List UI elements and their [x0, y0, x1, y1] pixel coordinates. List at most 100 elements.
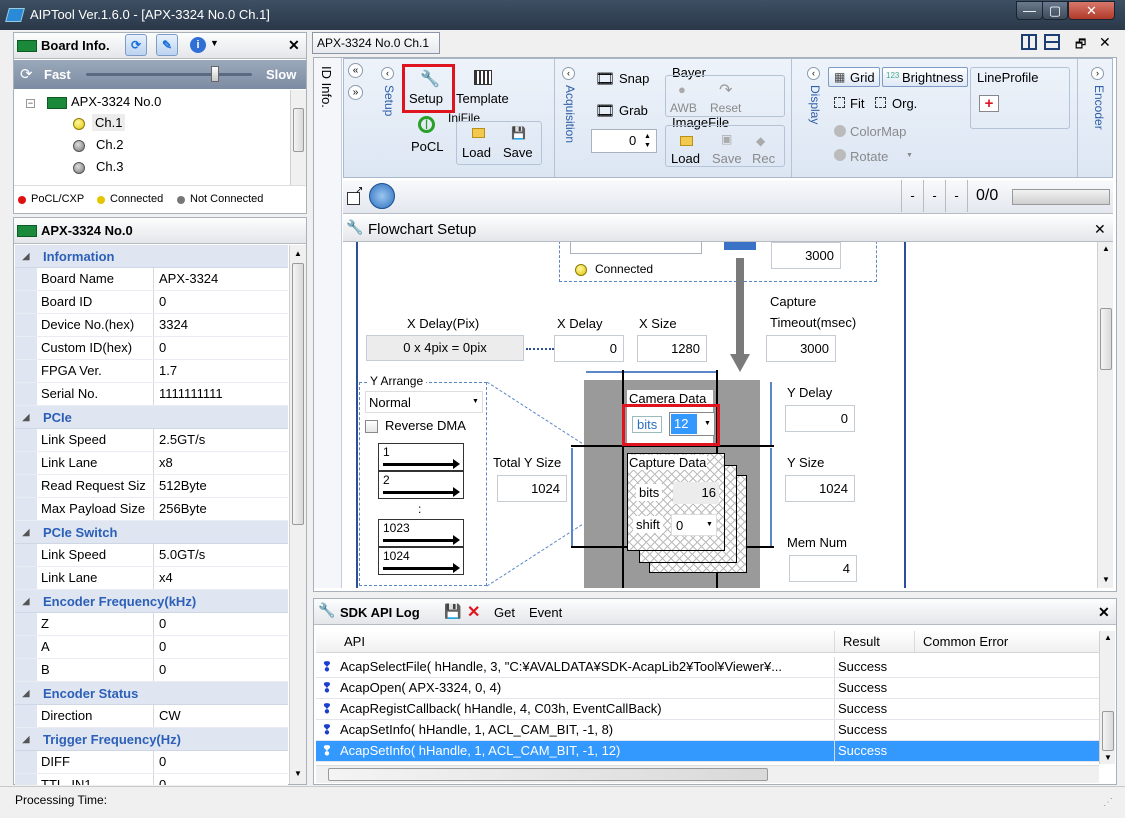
save-icon[interactable]: 💾	[444, 603, 461, 620]
table-row[interactable]: ❢ AcapRegistCallback( hHandle, 4, C03h, E…	[316, 699, 1099, 720]
speed-slider-track[interactable]	[86, 73, 252, 76]
scroll-up-icon[interactable]: ▲	[1104, 633, 1112, 642]
total-y-field[interactable]: 1024	[497, 475, 567, 502]
setup-button[interactable]: Setup	[409, 91, 443, 106]
property-row[interactable]: TTL_IN1 0	[15, 774, 288, 785]
table-row[interactable]: ❢ AcapOpen( APX-3324, 0, 4) Success	[316, 678, 1099, 699]
flowchart-scrollbar[interactable]: ▲ ▼	[1097, 242, 1113, 588]
chevron-down-icon[interactable]: ▼	[472, 398, 479, 405]
property-row[interactable]: Read Request Siz 512Byte	[15, 475, 288, 498]
property-row[interactable]: Link Lane x4	[15, 567, 288, 590]
property-scrollbar[interactable]: ▲ ▼	[289, 245, 306, 784]
colormap-button[interactable]: ColorMap	[850, 124, 906, 139]
scroll-up-icon[interactable]: ▲	[1102, 244, 1110, 253]
ini-load-button[interactable]: Load	[462, 145, 491, 160]
property-category[interactable]: ◢ Encoder Status	[15, 682, 288, 705]
scroll-thumb[interactable]	[1100, 308, 1112, 370]
power-icon[interactable]: |	[418, 116, 435, 133]
collapse-triangle-icon[interactable]: ◢	[15, 251, 37, 262]
scroll-thumb[interactable]	[1102, 711, 1114, 751]
refresh-icon[interactable]: ⟳	[125, 34, 147, 56]
speed-slider-thumb[interactable]	[211, 66, 220, 82]
tree-channel-2[interactable]: Ch.2	[96, 137, 123, 152]
tree-root-label[interactable]: APX-3324 No.0	[71, 94, 161, 109]
camera-select[interactable]	[570, 242, 702, 254]
document-tab[interactable]: APX-3324 No.0 Ch.1	[312, 32, 440, 54]
scroll-thumb[interactable]	[293, 108, 304, 152]
ini-save-button[interactable]: Save	[503, 145, 533, 160]
property-row[interactable]: Max Payload Size 256Byte	[15, 498, 288, 521]
property-row[interactable]: Device No.(hex) 3324	[15, 314, 288, 337]
property-row[interactable]: Z0	[15, 613, 288, 636]
pocl-button[interactable]: PoCL	[411, 139, 444, 154]
y-arrange-select[interactable]: Normal ▼	[365, 391, 483, 413]
grab-button[interactable]: Grab	[619, 103, 648, 118]
tree-scrollbar[interactable]	[290, 90, 306, 185]
scroll-down-icon[interactable]: ▼	[1102, 575, 1110, 584]
collapse-icon[interactable]: ›	[1091, 67, 1104, 80]
property-row[interactable]: Link Speed 2.5GT/s	[15, 429, 288, 452]
resize-grip-icon[interactable]: ⋰	[1103, 797, 1113, 808]
event-tab[interactable]: Event	[529, 605, 562, 620]
restore-icon[interactable]: 🗗	[1075, 35, 1086, 56]
table-row[interactable]: ❢ AcapSetInfo( hHandle, 1, ACL_CAM_BIT, -…	[316, 720, 1099, 741]
snap-button[interactable]: Snap	[619, 71, 649, 86]
tile-horizontal-icon[interactable]	[1044, 34, 1060, 50]
scroll-thumb[interactable]	[292, 263, 304, 525]
image-load-button[interactable]: Load	[671, 151, 700, 166]
org-button[interactable]: Org.	[892, 96, 917, 111]
template-button[interactable]: Template	[456, 91, 509, 106]
scroll-down-icon[interactable]: ▼	[294, 769, 302, 778]
fit-icon[interactable]	[834, 97, 845, 108]
property-category[interactable]: ◢ PCIe Switch	[15, 521, 288, 544]
chevron-down-icon[interactable]: ▼	[704, 420, 711, 427]
add-lineprofile-icon[interactable]: +	[979, 95, 999, 112]
property-row[interactable]: Board Name APX-3324	[15, 268, 288, 291]
awb-button[interactable]: AWB	[670, 101, 697, 115]
ydelay-field[interactable]: 0	[785, 405, 855, 432]
collapse-icon[interactable]: ‹	[381, 67, 394, 80]
collapse-left-icon[interactable]: «	[348, 63, 363, 78]
property-row[interactable]: Board ID 0	[15, 291, 288, 314]
xdelay-field[interactable]: 0	[554, 335, 624, 362]
save-icon[interactable]: 💾	[511, 126, 526, 140]
log-hscrollbar[interactable]	[316, 765, 1099, 783]
collapse-icon[interactable]: ‹	[807, 67, 820, 80]
property-row[interactable]: A0	[15, 636, 288, 659]
template-icon[interactable]	[474, 70, 492, 85]
fit-button[interactable]: Fit	[850, 96, 864, 111]
tile-vertical-icon[interactable]	[1021, 34, 1037, 50]
tree-channel-1[interactable]: Ch.1	[92, 114, 126, 131]
property-category[interactable]: ◢ Trigger Frequency(Hz)	[15, 728, 288, 751]
tree-channel-3[interactable]: Ch.3	[96, 159, 123, 174]
folder-icon[interactable]	[472, 128, 485, 138]
reset-button[interactable]: Reset	[710, 101, 741, 115]
collapse-triangle-icon[interactable]: ◢	[15, 527, 37, 538]
image-save-button[interactable]: Save	[712, 151, 742, 166]
table-row[interactable]: ❢ AcapSetInfo( hHandle, 1, ACL_CAM_BIT, -…	[316, 741, 1099, 762]
camera-bits-select[interactable]: 12 ▼	[669, 412, 715, 436]
folder-icon[interactable]	[680, 136, 693, 146]
property-row[interactable]: Link Speed 5.0GT/s	[15, 544, 288, 567]
table-row[interactable]: ❢ AcapSelectFile( hHandle, 3, "C:¥AVALDAT…	[316, 657, 1099, 678]
get-tab[interactable]: Get	[494, 605, 515, 620]
property-row[interactable]: FPGA Ver. 1.7	[15, 360, 288, 383]
close-icon[interactable]: ✕	[1099, 34, 1111, 51]
spinner-arrows-icon[interactable]: ▲ ▼	[644, 132, 651, 150]
maximize-button[interactable]: ▢	[1042, 1, 1068, 20]
id-info-label[interactable]: ID Info.	[319, 66, 334, 108]
tree-collapse-icon[interactable]: −	[26, 99, 35, 108]
log-vscrollbar[interactable]: ▲ ▼	[1099, 631, 1115, 764]
collapse-triangle-icon[interactable]: ◢	[15, 688, 37, 699]
property-category[interactable]: ◢ Encoder Frequency(kHz)	[15, 590, 288, 613]
close-window-button[interactable]: ✕	[1068, 1, 1115, 20]
scroll-thumb[interactable]	[328, 768, 768, 781]
grab-count-spinner[interactable]: 0 ▲ ▼	[591, 129, 657, 153]
capture-timeout-field[interactable]: 3000	[766, 335, 836, 362]
property-row[interactable]: B0	[15, 659, 288, 682]
close-icon[interactable]: ✕	[1098, 604, 1110, 621]
film-icon[interactable]: 🎞	[595, 101, 615, 121]
camera-icon[interactable]: 🎞	[595, 69, 615, 89]
result-column-header[interactable]: Result	[835, 631, 915, 652]
shift-select[interactable]: 0 ▼	[671, 514, 717, 536]
